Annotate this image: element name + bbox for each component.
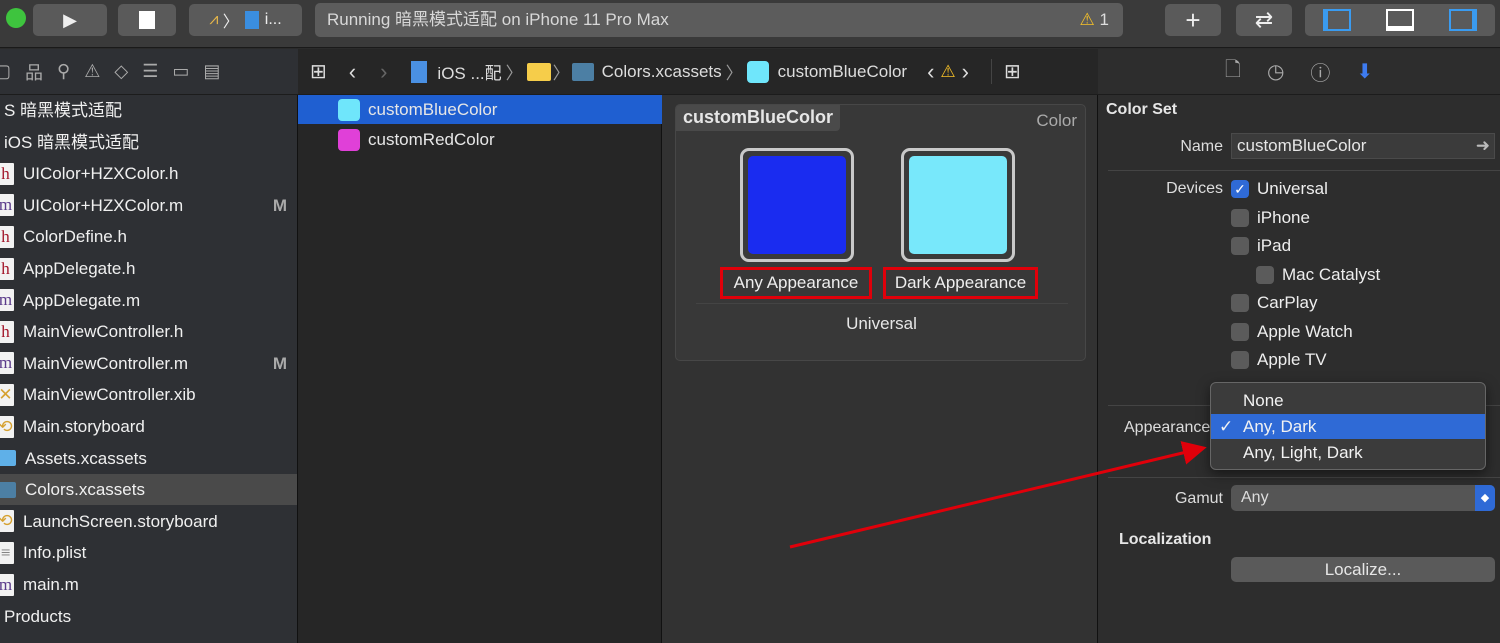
annotation-arrow — [789, 441, 1207, 549]
